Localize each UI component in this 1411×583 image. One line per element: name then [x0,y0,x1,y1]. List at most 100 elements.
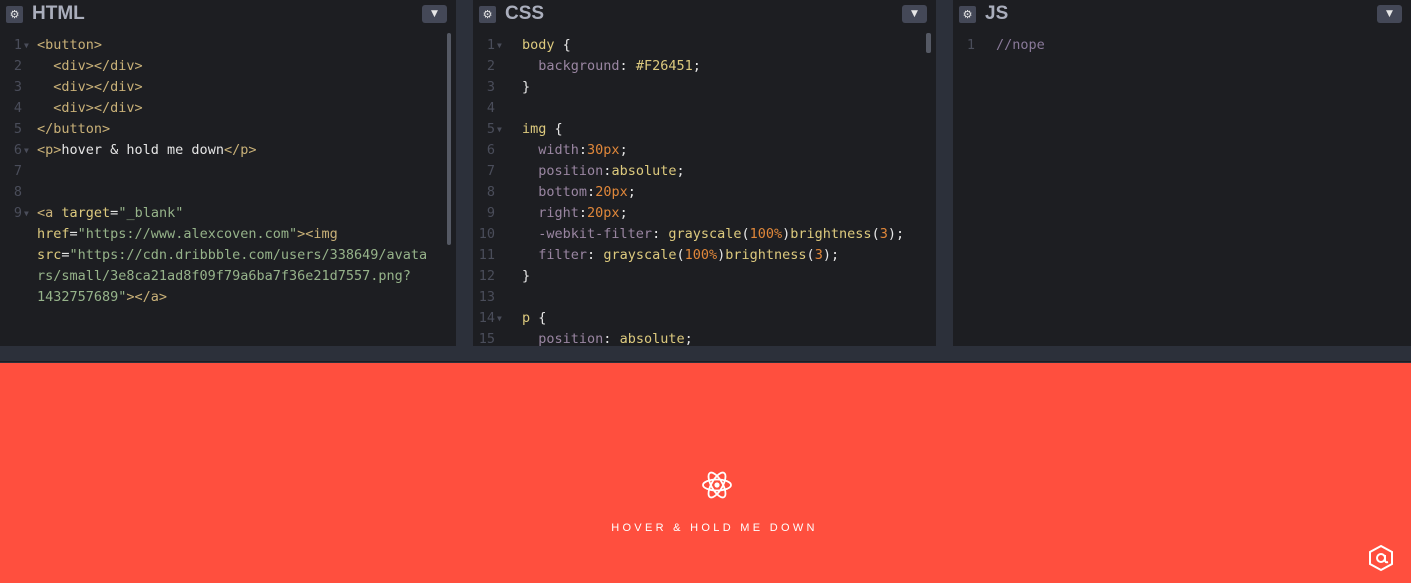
code-line: 4 [473,98,936,119]
fold-arrow-icon[interactable]: ▼ [24,140,29,161]
gear-icon[interactable]: ⚙ [479,6,496,23]
line-number: 7 [486,163,495,179]
code-text: href="https://www.alexcoven.com"><img [37,224,338,245]
code-text: } [522,266,530,287]
css-code-editor[interactable]: 1 ▼ body {2 background: #F26451; 3} 4 5 ▼ img {… [473,35,936,346]
chevron-down-icon[interactable]: ▼ [902,5,927,23]
preview-pane: HOVER & HOLD ME DOWN [0,363,1411,583]
code-line: 2 background: #F26451; [473,56,936,77]
code-token: brightness [725,247,807,263]
code-token: href [37,226,70,242]
code-token: : [587,184,596,200]
css-panel: ⚙ CSS ▼ 1 ▼ body {2 background: #F26451; 3}… [473,0,936,346]
code-token: 30px [587,142,620,158]
code-line: 5 ▼ img { [473,119,936,140]
line-number: 10 [478,226,495,242]
code-token: ><img [297,226,338,242]
css-panel-header: ⚙ CSS ▼ [473,0,936,31]
fold-arrow-icon[interactable]: ▼ [497,308,502,329]
code-line: 3} [473,77,936,98]
code-token: </button> [37,121,111,137]
line-number: 4 [13,100,22,116]
html-panel: ⚙ HTML ▼ 1 ▼ <button> 2 <div></div> 3 <div><… [0,0,456,346]
code-text: <div></div> [37,77,142,98]
html-panel-header: ⚙ HTML ▼ [0,0,456,31]
fold-arrow-icon[interactable]: ▼ [497,119,502,140]
code-token: position [538,163,604,179]
line-number: 2 [486,58,495,74]
code-text: right:20px; [522,203,627,224]
code-text: position: absolute; [522,329,692,346]
code-token: : [603,331,620,346]
code-token: "_blank" [118,205,184,221]
code-line: 9 ▼ <a target="_blank" [0,203,456,224]
html-code-editor[interactable]: 1 ▼ <button> 2 <div></div> 3 <div></div> 4 <d… [0,35,456,346]
code-token: 3 [814,247,823,263]
code-token: </p> [223,142,257,158]
code-text: body { [522,35,571,56]
code-line: 7 [0,161,456,182]
line-number: 1 [966,37,975,53]
code-token: ; [676,163,685,179]
code-line: 10 -webkit-filter: grayscale(100%)bright… [473,224,936,245]
line-number: 5 [13,121,22,137]
atom-icon[interactable] [701,469,733,501]
chevron-down-icon[interactable]: ▼ [422,5,447,23]
code-line: 8 [0,182,456,203]
js-panel-header: ⚙ JS ▼ [953,0,1411,31]
fold-arrow-icon[interactable]: ▼ [24,35,29,56]
code-token: ; [619,142,628,158]
at-sign-logo[interactable] [1367,544,1395,572]
chevron-down-icon[interactable]: ▼ [1377,5,1402,23]
code-token: bottom [538,184,588,200]
code-text: width:30px; [522,140,628,161]
resize-divider[interactable] [0,346,1411,362]
code-line: 14 ▼ p { [473,308,936,329]
code-token: grayscale [603,247,677,263]
fold-arrow-icon[interactable]: ▼ [497,35,502,56]
fold-arrow-icon[interactable]: ▼ [24,203,29,224]
line-number: 1 [13,37,22,53]
code-line: 2 <div></div> [0,56,456,77]
code-token: img [522,121,547,137]
css-scrollbar[interactable] [926,33,931,53]
code-text: <button> [37,35,102,56]
gear-icon[interactable]: ⚙ [6,6,23,23]
code-token: : [652,226,669,242]
code-token: "https://cdn.dribbble.com/users/338649/a… [69,247,428,263]
code-token: ></a> [126,289,168,305]
code-line: 6 ▼ <p>hover & hold me down</p> [0,140,456,161]
code-token: <div></div> [53,100,143,116]
code-token: { [546,121,563,137]
code-token: -webkit-filter [538,226,653,242]
js-panel-title: JS [985,3,1009,24]
code-line: 12} [473,266,936,287]
code-token: ); [822,247,840,263]
js-code-editor[interactable]: 1 //nope [953,35,1411,346]
css-panel-title: CSS [505,3,545,24]
code-line: 8 bottom:20px; [473,182,936,203]
line-number: 6 [13,142,22,158]
line-number: 11 [478,247,495,263]
code-line: href="https://www.alexcoven.com"><img [0,224,456,245]
code-token: target [61,205,111,221]
code-token: grayscale [668,226,742,242]
html-scrollbar[interactable] [447,33,451,245]
gear-icon[interactable]: ⚙ [959,6,976,23]
code-token: "https://www.alexcoven.com" [77,226,298,242]
code-token: width [538,142,579,158]
code-token: <button> [37,37,103,53]
html-panel-title: HTML [32,3,85,24]
code-token: : [578,142,588,158]
code-line: 13 [473,287,936,308]
code-text: -webkit-filter: grayscale(100%)brightnes… [522,224,904,245]
line-number: 9 [13,205,22,221]
code-token: = [61,247,70,263]
code-token: filter [538,247,588,263]
code-text: </button> [37,119,110,140]
